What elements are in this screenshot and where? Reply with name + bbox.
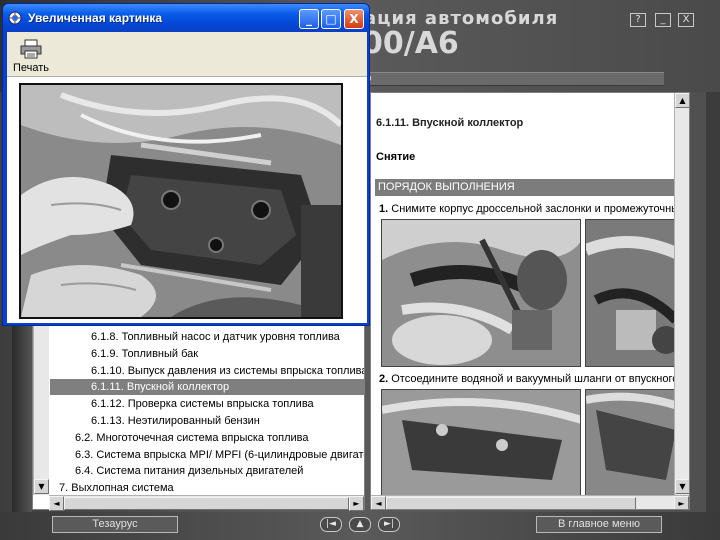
- article-subtitle: Снятие: [376, 151, 416, 163]
- tree-scroll-down-button[interactable]: ▼: [34, 479, 49, 494]
- tree-item[interactable]: 6.3. Система впрыска MPI/ MPFI (6-цилинд…: [75, 447, 364, 463]
- tree-scroll-thumb[interactable]: [64, 497, 349, 510]
- popup-body: Печать: [7, 32, 367, 323]
- step-1-text: 1. Снимите корпус дроссельной заслонки и…: [379, 203, 685, 215]
- step-1-description: Снимите корпус дроссельной заслонки и пр…: [391, 203, 686, 215]
- step-1-number: 1.: [379, 203, 389, 215]
- tree-item[interactable]: 6.2. Многоточечная система впрыска топли…: [75, 430, 364, 446]
- app-info-strip: о: [360, 72, 664, 86]
- up-page-button[interactable]: ▲: [349, 517, 371, 532]
- app-model-title: 00/A6: [362, 26, 459, 61]
- main-menu-button[interactable]: В главное меню: [536, 516, 662, 533]
- tree-item[interactable]: 6.4. Система питания дизельных двигателе…: [75, 463, 364, 479]
- tree-scroll-right-button[interactable]: ►: [349, 496, 364, 511]
- article-content-panel: 6.1.11. Впускной коллектор Снятие ПОРЯДО…: [370, 92, 690, 510]
- tree-item[interactable]: 6.1.13. Неэтилированный бензин: [91, 413, 364, 429]
- step-2-text: 2. Отсоедините водяной и вакуумный шланг…: [379, 373, 678, 385]
- enlarged-image-area: [7, 76, 367, 323]
- tree-item[interactable]: 6.1.11. Впускной коллектор: [50, 379, 364, 396]
- step-2-photo-left[interactable]: [381, 389, 581, 497]
- popup-close-button[interactable]: X: [344, 9, 364, 29]
- tree-item[interactable]: 6.1.9. Топливный бак: [91, 346, 364, 362]
- content-vertical-scrollbar[interactable]: ▲ ▼: [674, 93, 689, 495]
- print-button[interactable]: Печать: [11, 36, 51, 76]
- content-scroll-down-button[interactable]: ▼: [675, 479, 689, 494]
- tree-item[interactable]: 7. Выхлопная система: [59, 480, 364, 496]
- printer-icon: [20, 39, 42, 59]
- enlarged-image-window: Увеличенная картинка _ □ X Печать: [2, 3, 370, 326]
- content-scroll-left-button[interactable]: ◄: [371, 496, 386, 509]
- app-icon: [8, 11, 22, 25]
- popup-maximize-button[interactable]: □: [321, 9, 341, 29]
- content-scroll-right-button[interactable]: ►: [674, 496, 689, 509]
- article-section-title: 6.1.11. Впускной коллектор: [376, 117, 524, 129]
- app-minimize-button[interactable]: _: [655, 13, 671, 27]
- tree-horizontal-scrollbar[interactable]: ◄ ►: [49, 495, 364, 511]
- app-right-border: [706, 92, 720, 512]
- popup-title: Увеличенная картинка: [28, 11, 163, 25]
- content-scroll-up-button[interactable]: ▲: [675, 93, 689, 108]
- app-help-button[interactable]: ?: [630, 13, 646, 27]
- thesaurus-button[interactable]: Тезаурус: [52, 516, 178, 533]
- app-close-button[interactable]: X: [678, 13, 694, 27]
- step-2-number: 2.: [379, 373, 389, 385]
- step-2-description: Отсоедините водяной и вакуумный шланги о…: [391, 373, 679, 385]
- previous-page-button[interactable]: |◄: [320, 517, 342, 532]
- engine-part-photo: [21, 85, 341, 317]
- tree-item[interactable]: 6.1.8. Топливный насос и датчик уровня т…: [91, 329, 364, 345]
- print-label: Печать: [12, 62, 50, 74]
- procedure-header: ПОРЯДОК ВЫПОЛНЕНИЯ: [375, 179, 689, 196]
- content-scroll-thumb[interactable]: [386, 497, 636, 509]
- popup-titlebar[interactable]: Увеличенная картинка _ □ X: [3, 4, 369, 32]
- tree-scroll-left-button[interactable]: ◄: [49, 496, 64, 511]
- popup-minimize-button[interactable]: _: [299, 9, 319, 29]
- tree-item[interactable]: 6.1.10. Выпуск давления из системы впрыс…: [91, 363, 364, 379]
- content-horizontal-scrollbar[interactable]: ◄ ►: [371, 495, 689, 509]
- enlarged-image[interactable]: [19, 83, 343, 319]
- tree-item[interactable]: 6.1.12. Проверка системы впрыска топлива: [91, 396, 364, 412]
- next-page-button[interactable]: ►|: [378, 517, 400, 532]
- step-1-photo-left[interactable]: [381, 219, 581, 367]
